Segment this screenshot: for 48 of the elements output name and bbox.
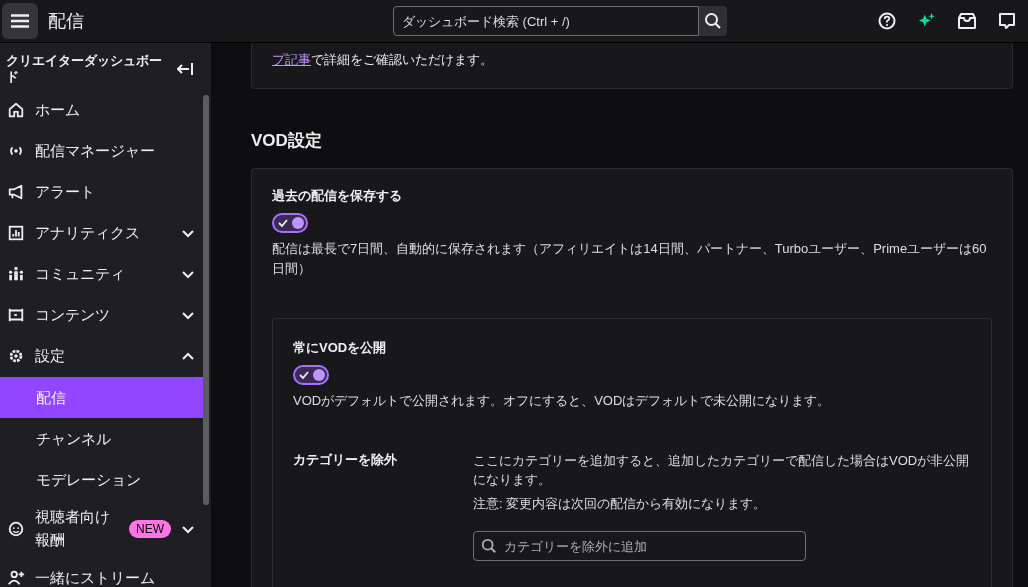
- note-text: 注意: 変更内容は次回の配信から有効になります。: [473, 494, 768, 513]
- sidebar-subitem[interactable]: モデレーション: [0, 458, 206, 500]
- sidebar-item[interactable]: アナリティクス: [0, 212, 211, 254]
- new-badge: NEW: [129, 519, 171, 538]
- toggle-switch[interactable]: [272, 213, 308, 233]
- megaphone-icon: [7, 183, 25, 201]
- sidebar-title: クリエイターダッシュボード: [6, 53, 163, 86]
- setting-description: VODがデフォルトで公開されます。オフにすると、VODはデフォルトで未公開になります。: [293, 392, 832, 410]
- chat-icon[interactable]: [998, 12, 1016, 30]
- sidebar-subitem[interactable]: 配信: [0, 376, 206, 418]
- settings-icon: [7, 347, 25, 365]
- sidebar-item[interactable]: アラート: [0, 171, 211, 213]
- check-icon: [299, 370, 309, 380]
- chart-icon: [7, 224, 25, 242]
- sidebar-subitem[interactable]: チャンネル: [0, 417, 206, 459]
- sidebar-item[interactable]: 配信マネージャー: [0, 130, 211, 172]
- toggle-switch[interactable]: [293, 365, 329, 385]
- setting-description: 配信は最長で7日間、自動的に保存されます（アフィリエイトは14日間、パートナー、Turboユーザー、Primeユーザーは60日間）: [272, 240, 988, 278]
- smiley-icon: [7, 519, 25, 538]
- inbox-icon[interactable]: [958, 13, 976, 29]
- category-search-field[interactable]: カテゴリーを除外に追加: [473, 531, 806, 561]
- help-article-link[interactable]: プ記事: [272, 52, 311, 67]
- menu-icon: [11, 14, 29, 28]
- search-icon: [481, 538, 497, 554]
- sidebar-item[interactable]: 設定: [0, 335, 211, 377]
- page-title: 配信: [48, 10, 84, 33]
- sidebar-item[interactable]: 一緒にストリーム: [0, 557, 211, 587]
- menu-button[interactable]: [2, 3, 38, 39]
- add-user-icon: [7, 569, 25, 587]
- community-icon: [7, 265, 25, 283]
- section-heading: VOD設定: [251, 130, 323, 152]
- home-icon: [7, 101, 25, 119]
- setting-label: 過去の配信を保存する: [272, 187, 403, 205]
- notice-text: プ記事で詳細をご確認いただけます。: [272, 51, 494, 69]
- sidebar-item[interactable]: ホーム: [0, 89, 211, 131]
- setting-label: カテゴリーを除外: [293, 450, 398, 469]
- sidebar-item[interactable]: コンテンツ: [0, 294, 211, 336]
- help-icon[interactable]: [878, 12, 896, 30]
- sidebar-item[interactable]: コミュニティ: [0, 253, 211, 295]
- search-button[interactable]: [699, 6, 727, 36]
- setting-description: ここにカテゴリーを追加すると、追加したカテゴリーで配信した場合はVODが非公開になります。: [473, 451, 971, 489]
- search-field[interactable]: ダッシュボード検索 (Ctrl + /): [393, 6, 699, 36]
- sidebar-item[interactable]: 視聴者向け報酬 NEW: [0, 499, 211, 558]
- collapse-icon[interactable]: [177, 62, 195, 77]
- content-icon: [7, 306, 25, 324]
- setting-label: 常にVODを公開: [293, 339, 388, 357]
- check-icon: [278, 218, 288, 228]
- search-icon: [704, 12, 722, 30]
